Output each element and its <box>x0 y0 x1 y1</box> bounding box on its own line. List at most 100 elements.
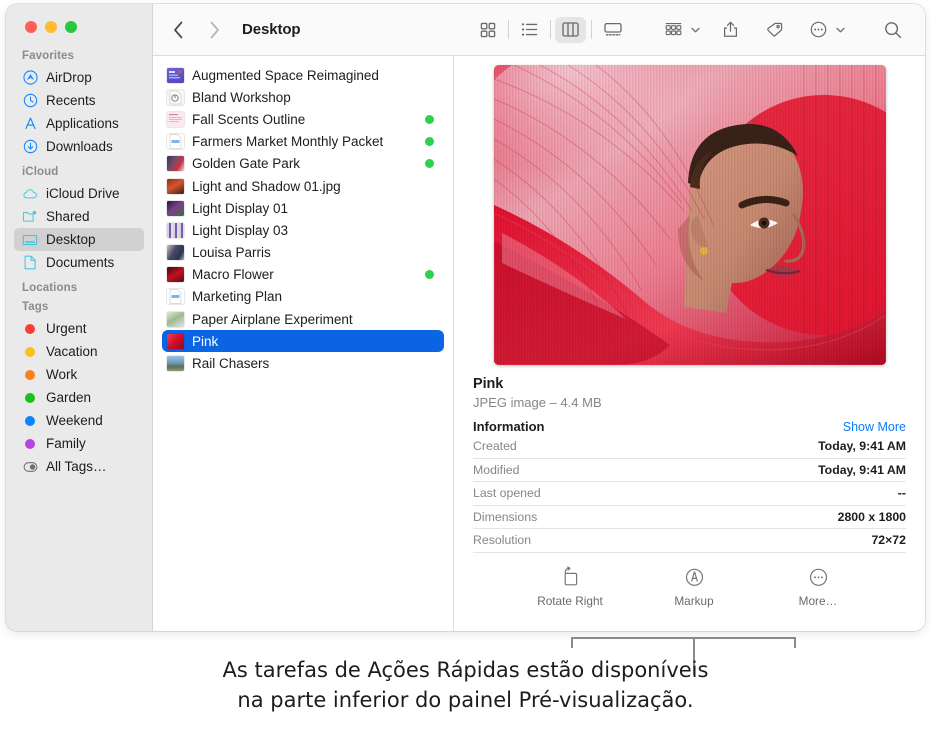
file-name: Bland Workshop <box>192 89 291 105</box>
sidebar-item-tag-weekend[interactable]: Weekend <box>14 409 144 432</box>
finder-window: Favorites AirDrop Recents Applications D… <box>6 4 925 631</box>
sidebar-item-label: Family <box>46 436 86 451</box>
list-item[interactable]: Light Display 01 <box>162 197 444 219</box>
status-badge <box>425 114 434 124</box>
column-view-icon[interactable] <box>555 16 587 43</box>
markup-button[interactable]: Markup <box>655 565 733 608</box>
sidebar-item-tag-family[interactable]: Family <box>14 432 144 455</box>
sidebar-item-label: Weekend <box>46 413 103 428</box>
list-item[interactable]: Paper Airplane Experiment <box>162 308 444 330</box>
sidebar-item-all-tags[interactable]: All Tags… <box>14 455 144 478</box>
show-more-link[interactable]: Show More <box>843 420 906 434</box>
traffic-lights <box>6 4 152 34</box>
minimize-button[interactable] <box>45 21 57 33</box>
sidebar-item-icloud-drive[interactable]: iCloud Drive <box>14 182 144 205</box>
list-item[interactable]: Fall Scents Outline <box>162 108 444 130</box>
tag-dot-icon <box>22 436 38 452</box>
preview-pane: Pink JPEG image – 4.4 MB Information Sho… <box>454 56 925 631</box>
list-item[interactable]: Bland Workshop <box>162 86 444 108</box>
more-actions-icon[interactable] <box>803 17 834 43</box>
clock-icon <box>22 93 38 109</box>
sidebar-item-tag-vacation[interactable]: Vacation <box>14 340 144 363</box>
chevron-down-icon[interactable] <box>689 27 702 33</box>
airdrop-icon <box>22 70 38 86</box>
sidebar-item-applications[interactable]: Applications <box>14 112 144 135</box>
sidebar-list: Favorites AirDrop Recents Applications D… <box>6 34 152 478</box>
tag-icon[interactable] <box>759 17 790 43</box>
preview-file-title: Pink <box>473 376 504 392</box>
presentation-thumb-icon <box>167 67 184 83</box>
toolbar: Desktop <box>153 4 925 56</box>
quick-action-label: Markup <box>674 593 714 608</box>
toolbar-divider <box>591 20 592 39</box>
sidebar-item-recents[interactable]: Recents <box>14 89 144 112</box>
list-item[interactable]: Light Display 03 <box>162 219 444 241</box>
search-icon[interactable] <box>877 17 908 43</box>
list-item-selected[interactable]: Pink <box>162 330 444 353</box>
rotate-right-icon <box>560 565 581 587</box>
close-button[interactable] <box>25 21 37 33</box>
information-title: Information <box>473 419 545 434</box>
file-name: Macro Flower <box>192 267 274 283</box>
sidebar-item-tag-work[interactable]: Work <box>14 363 144 386</box>
info-key: Last opened <box>473 486 541 501</box>
sidebar-item-downloads[interactable]: Downloads <box>14 135 144 158</box>
list-item[interactable]: Louisa Parris <box>162 242 444 264</box>
status-badge <box>425 137 434 147</box>
file-name: Pink <box>192 333 219 349</box>
sidebar-item-label: Garden <box>46 390 92 405</box>
list-item[interactable]: Augmented Space Reimagined <box>162 64 444 86</box>
info-value: Today, 9:41 AM <box>818 439 906 454</box>
photo-thumb-icon <box>167 356 184 372</box>
share-icon[interactable] <box>715 17 746 43</box>
list-item[interactable]: Marketing Plan <box>162 286 444 308</box>
sidebar: Favorites AirDrop Recents Applications D… <box>6 4 153 631</box>
caption: As tarefas de Ações Rápidas estão dispon… <box>0 655 931 715</box>
file-name: Golden Gate Park <box>192 156 301 172</box>
sidebar-item-label: All Tags… <box>46 459 107 474</box>
gallery-view-icon[interactable] <box>597 17 628 43</box>
sidebar-item-desktop[interactable]: Desktop <box>14 228 144 251</box>
file-name: Fall Scents Outline <box>192 111 306 127</box>
file-name: Light Display 03 <box>192 222 289 238</box>
photo-thumb-icon <box>167 245 184 261</box>
cloud-icon <box>22 186 38 202</box>
sidebar-item-tag-urgent[interactable]: Urgent <box>14 317 144 340</box>
pdf-thumb-icon <box>167 289 184 305</box>
rotate-right-button[interactable]: Rotate Right <box>531 565 609 608</box>
list-item[interactable]: Rail Chasers <box>162 352 444 374</box>
group-by-icon[interactable] <box>658 17 689 43</box>
sidebar-item-documents[interactable]: Documents <box>14 251 144 274</box>
more-button[interactable]: More… <box>779 565 857 608</box>
icon-view-icon[interactable] <box>472 17 503 43</box>
list-item[interactable]: Macro Flower <box>162 264 444 286</box>
file-name: Farmers Market Monthly Packet <box>192 134 384 150</box>
forward-button[interactable] <box>203 19 225 41</box>
sidebar-item-label: Desktop <box>46 232 96 247</box>
maximize-button[interactable] <box>65 21 77 33</box>
body-split: Augmented Space Reimagined Bland Worksho… <box>153 56 925 631</box>
info-value: 72×72 <box>871 533 906 548</box>
table-row: Dimensions 2800 x 1800 <box>473 506 906 529</box>
sidebar-section-locations: Locations <box>22 282 78 294</box>
sidebar-item-label: Recents <box>46 93 96 108</box>
back-button[interactable] <box>167 19 189 41</box>
tag-dot-icon <box>22 413 38 429</box>
sidebar-item-label: Vacation <box>46 344 98 359</box>
photo-thumb-icon <box>167 311 184 327</box>
sidebar-section-icloud: iCloud <box>22 166 59 178</box>
caption-line-2: na parte inferior do painel Pré-visualiz… <box>237 688 694 712</box>
sidebar-item-shared[interactable]: Shared <box>14 205 144 228</box>
table-row: Last opened -- <box>473 482 906 506</box>
info-key: Created <box>473 439 517 454</box>
sidebar-item-tag-garden[interactable]: Garden <box>14 386 144 409</box>
markup-icon <box>684 565 705 587</box>
sidebar-item-airdrop[interactable]: AirDrop <box>14 66 144 89</box>
list-item[interactable]: Golden Gate Park <box>162 153 444 175</box>
photo-thumb-icon <box>167 222 184 238</box>
list-item[interactable]: Light and Shadow 01.jpg <box>162 175 444 197</box>
chevron-down-icon[interactable] <box>834 27 847 33</box>
list-item[interactable]: Farmers Market Monthly Packet <box>162 131 444 153</box>
sidebar-section-tags: Tags <box>22 301 49 313</box>
list-view-icon[interactable] <box>514 17 545 43</box>
